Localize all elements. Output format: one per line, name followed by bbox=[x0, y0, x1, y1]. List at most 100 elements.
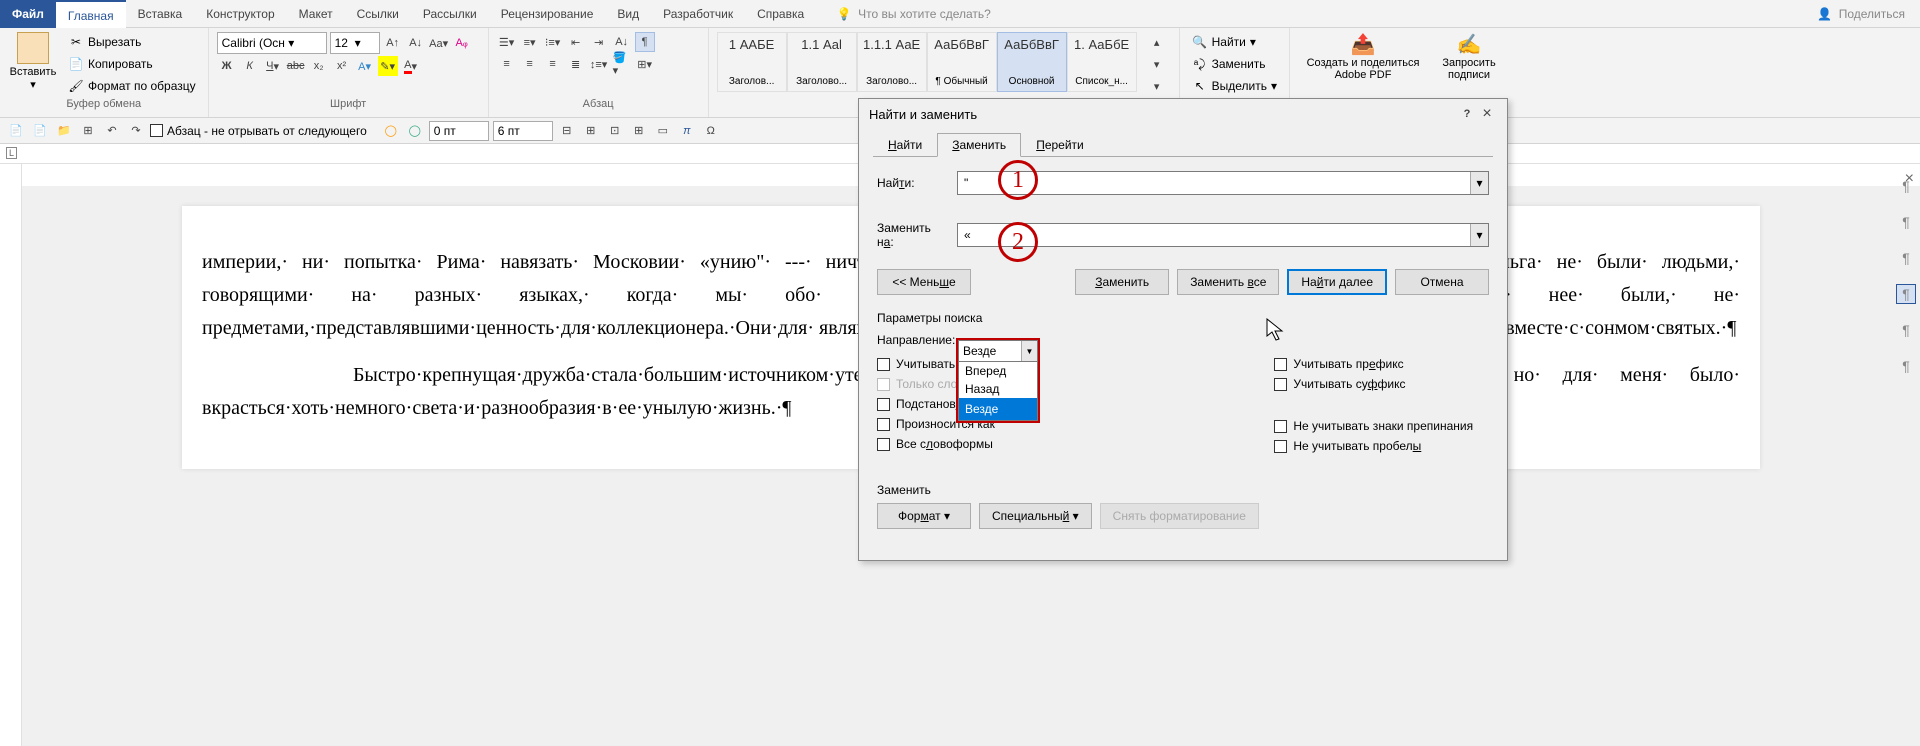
tab-references[interactable]: Ссылки bbox=[345, 0, 411, 28]
qat-ico4[interactable]: ⊞ bbox=[629, 121, 649, 141]
nav-item-4[interactable]: ¶ bbox=[1896, 284, 1916, 304]
ignore-punctuation-checkbox[interactable]: Не учитывать знаки препинания bbox=[1274, 419, 1473, 433]
font-name-select[interactable]: Calibri (Осн ▾ bbox=[217, 32, 327, 54]
increase-indent-button[interactable]: ⇥ bbox=[589, 32, 609, 52]
qat-circle1[interactable]: ◯ bbox=[381, 121, 401, 141]
qat-ico5[interactable]: ▭ bbox=[653, 121, 673, 141]
spacing-before-input[interactable]: 0 пт bbox=[429, 121, 489, 141]
direction-option-all[interactable]: Везде bbox=[959, 398, 1037, 420]
qat-ico2[interactable]: ⊞ bbox=[581, 121, 601, 141]
direction-select[interactable]: Везде ▼ bbox=[958, 340, 1038, 362]
tab-review[interactable]: Рецензирование bbox=[489, 0, 606, 28]
tab-home[interactable]: Главная bbox=[56, 0, 126, 28]
dialog-tab-replace[interactable]: Заменить bbox=[937, 133, 1021, 157]
align-right-button[interactable]: ≡ bbox=[543, 54, 563, 74]
justify-button[interactable]: ≣ bbox=[566, 54, 586, 74]
dialog-tab-find[interactable]: Найти bbox=[873, 133, 937, 157]
format-button[interactable]: Формат ▾ bbox=[877, 503, 971, 529]
replace-button[interactable]: ᵃ⤸ Заменить bbox=[1188, 54, 1281, 74]
ignore-whitespace-checkbox[interactable]: Не учитывать пробелы bbox=[1274, 439, 1473, 453]
cancel-button[interactable]: Отмена bbox=[1395, 269, 1489, 295]
borders-button[interactable]: ⊞▾ bbox=[635, 54, 655, 74]
match-prefix-checkbox[interactable]: Учитывать префикс bbox=[1274, 357, 1473, 371]
subscript-button[interactable]: x₂ bbox=[309, 56, 329, 76]
tab-design[interactable]: Конструктор bbox=[194, 0, 286, 28]
adobe-request-button[interactable]: ✍ Запросить подписи bbox=[1434, 32, 1504, 81]
copy-button[interactable]: 📄 Копировать bbox=[64, 54, 200, 74]
strikethrough-button[interactable]: abc bbox=[286, 56, 306, 76]
keep-with-next-checkbox[interactable] bbox=[150, 124, 163, 137]
spacing-after-input[interactable]: 6 пт bbox=[493, 121, 553, 141]
qat-new2-button[interactable]: 📄 bbox=[30, 121, 50, 141]
style-list[interactable]: 1. АаБбЕСписок_н... bbox=[1067, 32, 1137, 92]
navigation-close-button[interactable]: × bbox=[1905, 170, 1914, 188]
tab-help[interactable]: Справка bbox=[745, 0, 816, 28]
numbering-button[interactable]: ≡▾ bbox=[520, 32, 540, 52]
font-size-select[interactable]: 12 ▾ bbox=[330, 32, 380, 54]
style-heading1[interactable]: 1 ААБЕЗаголов... bbox=[717, 32, 787, 92]
shading-button[interactable]: 🪣▾ bbox=[612, 54, 632, 74]
nav-item-5[interactable]: ¶ bbox=[1896, 320, 1916, 340]
style-main[interactable]: АаБбВвГОсновной bbox=[997, 32, 1067, 92]
special-button[interactable]: Специальный ▾ bbox=[979, 503, 1092, 529]
show-hide-button[interactable]: ¶ bbox=[635, 32, 655, 52]
format-painter-button[interactable]: 🖌 Формат по образцу bbox=[64, 76, 200, 96]
replace-one-button[interactable]: Заменить bbox=[1075, 269, 1169, 295]
grow-font-button[interactable]: A↑ bbox=[383, 33, 403, 53]
adobe-create-share-button[interactable]: 📤 Создать и поделиться Adobe PDF bbox=[1298, 32, 1428, 81]
replace-all-button[interactable]: Заменить все bbox=[1177, 269, 1279, 295]
tab-file[interactable]: Файл bbox=[0, 0, 56, 28]
tab-insert[interactable]: Вставка bbox=[126, 0, 195, 28]
nav-item-3[interactable]: ¶ bbox=[1896, 248, 1916, 268]
bullets-button[interactable]: ☰▾ bbox=[497, 32, 517, 52]
styles-up-button[interactable]: ▴ bbox=[1147, 32, 1167, 52]
line-spacing-button[interactable]: ↕≡▾ bbox=[589, 54, 609, 74]
less-button[interactable]: << Меньше bbox=[877, 269, 971, 295]
qat-redo-button[interactable]: ↷ bbox=[126, 121, 146, 141]
share-button[interactable]: 👤 Поделиться bbox=[1817, 6, 1905, 22]
replace-history-dropdown[interactable]: ▾ bbox=[1470, 224, 1488, 246]
decrease-indent-button[interactable]: ⇤ bbox=[566, 32, 586, 52]
qat-undo-button[interactable]: ↶ bbox=[102, 121, 122, 141]
clear-formatting-button[interactable]: Aᵩ bbox=[452, 33, 472, 53]
styles-down-button[interactable]: ▾ bbox=[1147, 54, 1167, 74]
qat-pi[interactable]: π bbox=[677, 121, 697, 141]
cut-button[interactable]: ✂ Вырезать bbox=[64, 32, 200, 52]
underline-button[interactable]: Ч▾ bbox=[263, 56, 283, 76]
qat-omega[interactable]: Ω bbox=[701, 121, 721, 141]
qat-ico1[interactable]: ⊟ bbox=[557, 121, 577, 141]
word-forms-checkbox[interactable]: Все словоформы bbox=[877, 437, 1024, 451]
multilevel-button[interactable]: ⁝≡▾ bbox=[543, 32, 563, 52]
find-button[interactable]: 🔍 Найти ▾ bbox=[1188, 32, 1281, 52]
tab-selector[interactable]: L bbox=[6, 147, 17, 159]
tab-mailings[interactable]: Рассылки bbox=[411, 0, 489, 28]
dialog-close-button[interactable]: × bbox=[1477, 104, 1497, 124]
select-button[interactable]: ↖ Выделить ▾ bbox=[1188, 76, 1281, 96]
vertical-ruler[interactable] bbox=[0, 164, 22, 746]
dialog-tab-goto[interactable]: Перейти bbox=[1021, 133, 1099, 157]
style-heading3[interactable]: 1.1.1 АаЕЗаголово... bbox=[857, 32, 927, 92]
sort-button[interactable]: A↓ bbox=[612, 32, 632, 52]
style-normal[interactable]: АаБбВвГ¶ Обычный bbox=[927, 32, 997, 92]
align-center-button[interactable]: ≡ bbox=[520, 54, 540, 74]
no-formatting-button[interactable]: Снять форматирование bbox=[1100, 503, 1259, 529]
tab-layout[interactable]: Макет bbox=[287, 0, 345, 28]
tab-view[interactable]: Вид bbox=[605, 0, 651, 28]
find-next-button[interactable]: Найти далее bbox=[1287, 269, 1387, 295]
highlight-button[interactable]: ✎▾ bbox=[378, 56, 398, 76]
direction-select-arrow[interactable]: ▼ bbox=[1021, 341, 1037, 361]
shrink-font-button[interactable]: A↓ bbox=[406, 33, 426, 53]
nav-item-2[interactable]: ¶ bbox=[1896, 212, 1916, 232]
styles-gallery[interactable]: 1 ААБЕЗаголов... 1.1 АаlЗаголово... 1.1.… bbox=[717, 32, 1137, 92]
styles-more-button[interactable]: ▾ bbox=[1147, 76, 1167, 96]
tell-me-box[interactable]: 💡 Что вы хотите сделать? bbox=[836, 6, 991, 22]
paste-button[interactable]: Вставить ▾ bbox=[8, 32, 58, 91]
tab-developer[interactable]: Разработчик bbox=[651, 0, 745, 28]
direction-option-forward[interactable]: Вперед bbox=[959, 362, 1037, 380]
find-history-dropdown[interactable]: ▾ bbox=[1470, 172, 1488, 194]
superscript-button[interactable]: x² bbox=[332, 56, 352, 76]
text-effects-button[interactable]: A▾ bbox=[355, 56, 375, 76]
bold-button[interactable]: Ж bbox=[217, 56, 237, 76]
direction-option-backward[interactable]: Назад bbox=[959, 380, 1037, 398]
qat-ico3[interactable]: ⊡ bbox=[605, 121, 625, 141]
